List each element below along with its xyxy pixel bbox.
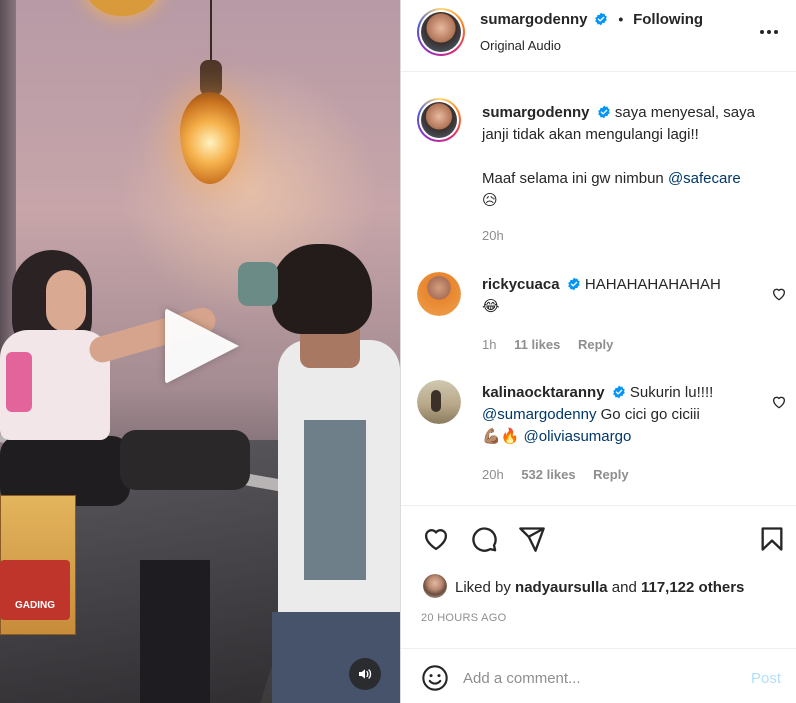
comment-icon [472, 527, 497, 552]
emoji-icon[interactable] [421, 664, 449, 692]
bookmark-icon [761, 527, 783, 551]
shirt-print [6, 352, 32, 412]
save-button[interactable] [757, 524, 787, 554]
caption-emoji: 😥 [482, 192, 498, 209]
mention-safecare[interactable]: @safecare [668, 170, 741, 187]
heart-icon [424, 529, 448, 551]
caption-username[interactable]: sumargodenny [482, 104, 590, 121]
verified-badge-icon [567, 277, 580, 291]
more-options-button[interactable] [757, 20, 781, 44]
more-horizontal-icon [760, 30, 778, 34]
commenter-username[interactable]: kalinaocktaranny [482, 384, 605, 401]
post-timestamp[interactable]: 20 HOURS AGO [421, 612, 507, 624]
comment-likes[interactable]: 11 likes [514, 337, 560, 352]
share-button[interactable] [517, 524, 547, 554]
following-button[interactable]: Following [633, 11, 703, 28]
comment-box-divider [401, 648, 796, 649]
comment-body-2: Go cici go ciciii [600, 406, 700, 423]
woman-legs [140, 560, 210, 703]
audio-toggle-button[interactable] [349, 658, 381, 690]
commenter-username[interactable]: rickycuaca [482, 276, 560, 293]
post-details-pane: sumargodenny • Following Original Audio … [401, 0, 796, 703]
comment-time[interactable]: 20h [482, 467, 504, 482]
liker-username[interactable]: nadyaursulla [515, 579, 608, 596]
actions-divider [401, 505, 796, 506]
box-text: GADING [15, 600, 55, 611]
like-comment-heart-icon[interactable] [771, 394, 787, 410]
lamp-socket [200, 60, 222, 96]
comment-text: kalinaocktaranny Sukurin lu!!!! @sumargo… [482, 382, 767, 448]
comment-input[interactable] [463, 664, 733, 692]
comment-meta: 20h 532 likes Reply [482, 467, 629, 482]
comment-emoji: 😂 [482, 298, 500, 315]
caption-meta: 20h [482, 228, 504, 243]
commenter-avatar[interactable] [417, 380, 461, 424]
ceiling-lamp [82, 0, 162, 16]
post-media[interactable]: GADING [0, 0, 400, 703]
reply-button[interactable]: Reply [578, 337, 613, 352]
comment-meta: 1h 11 likes Reply [482, 337, 613, 352]
man-jeans [272, 612, 400, 703]
author-avatar[interactable] [417, 8, 465, 56]
post-comment-button[interactable]: Post [751, 670, 781, 687]
original-audio-link[interactable]: Original Audio [480, 38, 561, 53]
share-icon [519, 527, 545, 552]
box-label [0, 560, 70, 620]
black-handbag [120, 430, 250, 490]
caption-line2: Maaf selama ini gw nimbun [482, 170, 664, 187]
author-username[interactable]: sumargodenny [480, 11, 588, 28]
liked-by-and: and [611, 579, 637, 596]
verified-badge-icon [595, 12, 608, 26]
woman-face [46, 270, 86, 332]
lamp-cord [210, 0, 212, 62]
like-button[interactable] [421, 524, 451, 554]
tank-top-print [304, 420, 366, 580]
reply-button[interactable]: Reply [593, 467, 628, 482]
held-object [238, 262, 278, 306]
verified-badge-icon [612, 385, 625, 399]
comment-text: rickycuaca HAHAHAHAHAHAH 😂 [482, 274, 767, 318]
like-comment-heart-icon[interactable] [771, 286, 787, 302]
caption-text: sumargodenny saya menyesal, saya janji t… [482, 102, 767, 212]
caption-avatar[interactable] [417, 98, 461, 142]
verified-badge-icon [597, 105, 610, 119]
likes-count-link[interactable]: 117,122 others [641, 579, 744, 596]
comment-likes[interactable]: 532 likes [521, 467, 575, 482]
caption-time[interactable]: 20h [482, 228, 504, 243]
liker-avatar[interactable] [423, 574, 447, 598]
comment-time[interactable]: 1h [482, 337, 496, 352]
post-header: sumargodenny • Following Original Audio [401, 0, 796, 72]
comment-emoji: 💪🏽🔥 [482, 428, 520, 445]
comment-body: HAHAHAHAHAHAH [584, 276, 721, 293]
comment-body: Sukurin lu!!!! [629, 384, 714, 401]
author-line: sumargodenny • Following [480, 11, 703, 28]
play-icon[interactable] [165, 308, 239, 384]
liked-by-text: Liked by nadyaursulla and 117,122 others [455, 579, 744, 596]
liked-by-prefix: Liked by [455, 579, 511, 596]
comment-button[interactable] [469, 524, 499, 554]
header-separator: • [618, 11, 624, 27]
mention-oliviasumargo[interactable]: @oliviasumargo [524, 428, 632, 445]
speaker-icon [359, 669, 372, 679]
mention-sumargodenny[interactable]: @sumargodenny [482, 406, 596, 423]
commenter-avatar[interactable] [417, 272, 461, 316]
man-hair [272, 244, 372, 334]
